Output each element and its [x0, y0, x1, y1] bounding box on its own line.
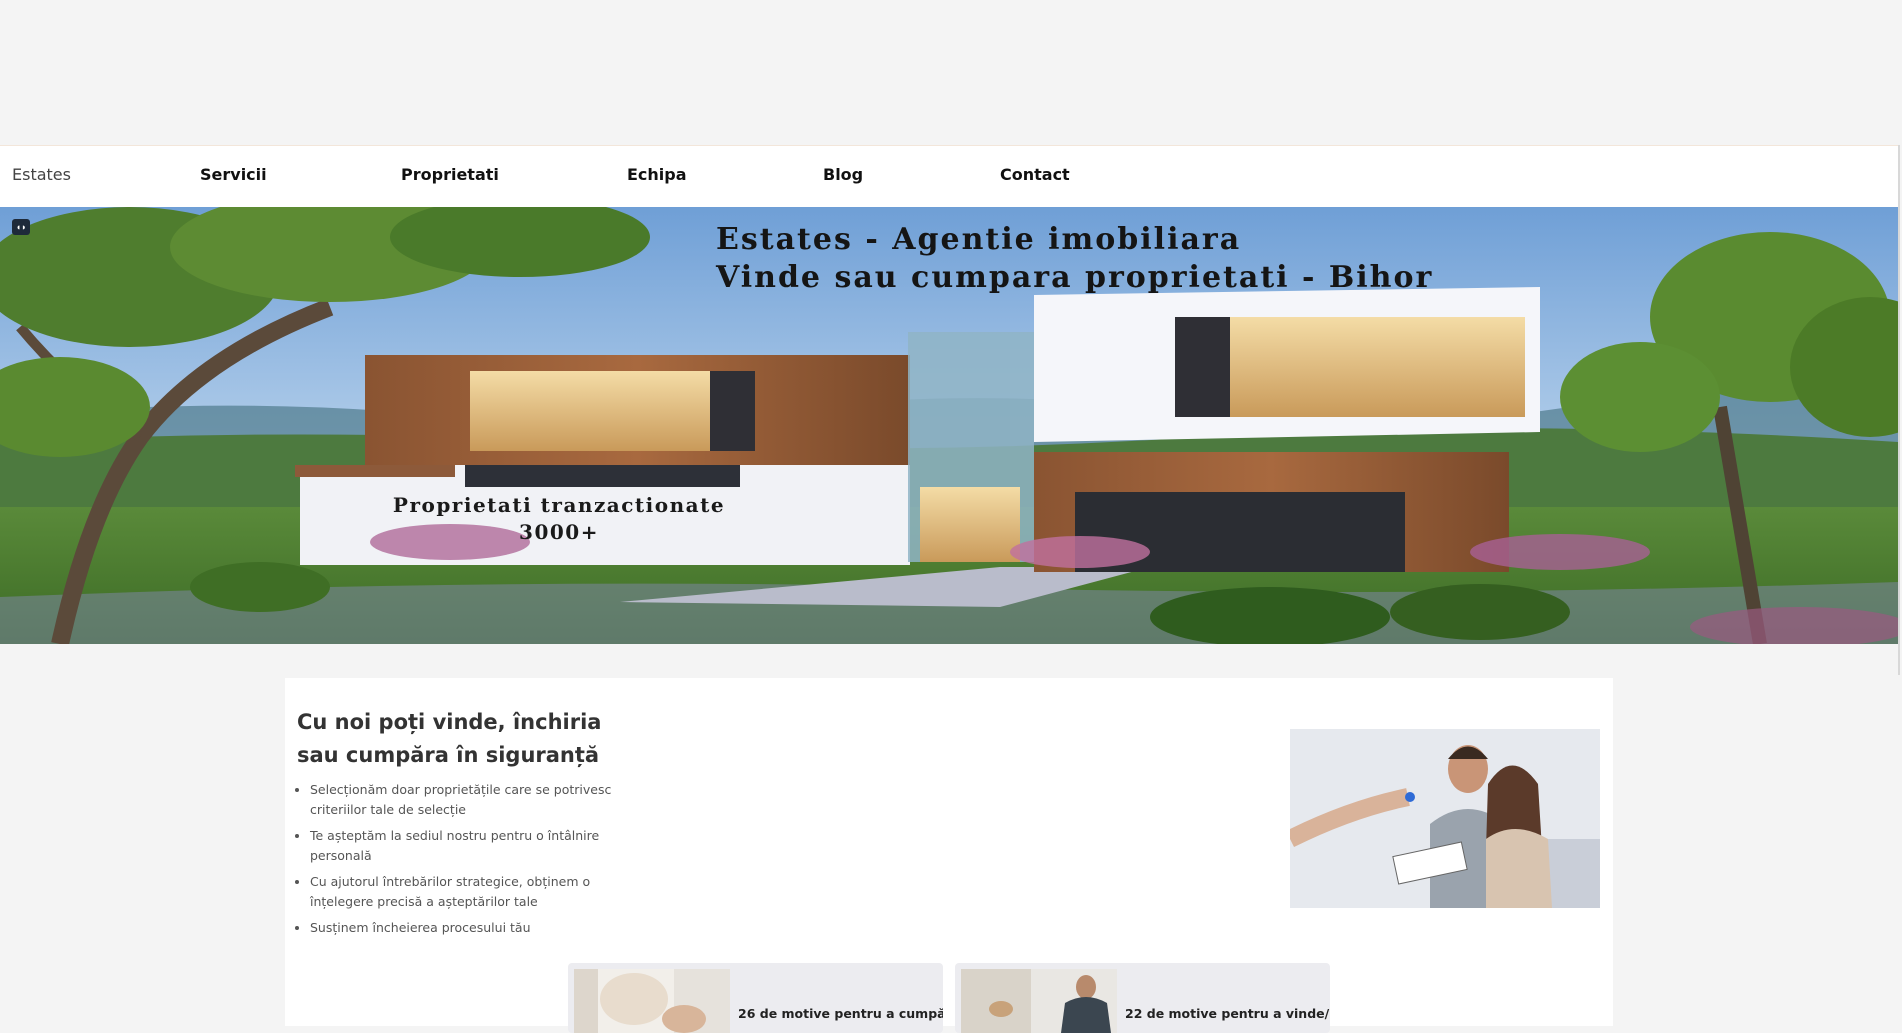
reasons-buy-label[interactable]: 26 de motive pentru a cumpăra/	[738, 1006, 943, 1021]
hero-banner: ◖◗ Estates - Agentie imobiliara Vinde sa…	[0, 207, 1898, 644]
reasons-sell-thumbnail	[961, 969, 1117, 1033]
hero-stat: Proprietati tranzactionate 3000+	[374, 492, 744, 546]
nav-link-servicii[interactable]: Servicii	[200, 165, 267, 184]
about-title: Cu noi poți vinde, închiria sau cumpăra …	[297, 710, 602, 767]
about-bullet-item: Te așteptăm la sediul nostru pentru o în…	[310, 826, 640, 866]
top-spacer	[0, 0, 1902, 145]
reasons-sell-label[interactable]: 22 de motive pentru a vinde/	[1125, 1006, 1329, 1021]
nav-link-proprietati[interactable]: Proprietati	[401, 165, 499, 184]
hero-stat-label: Proprietati tranzactionate	[392, 493, 726, 517]
about-section: Cu noi poți vinde, închiria sau cumpăra …	[285, 678, 1613, 1033]
about-bullet-item: Selecționăm doar proprietățile care se p…	[310, 780, 640, 820]
about-bullet-list: Selecționăm doar proprietățile care se p…	[297, 780, 640, 944]
slider-control-icon[interactable]: ◖◗	[12, 219, 30, 235]
couple-keys-photo	[1290, 729, 1600, 908]
nav-link-echipa[interactable]: Echipa	[627, 165, 687, 184]
about-bullet-item: Susținem încheierea procesului tău	[310, 918, 640, 938]
reasons-sell-card[interactable]: 22 de motive pentru a vinde/	[955, 963, 1330, 1033]
nav-link-contact[interactable]: Contact	[1000, 165, 1070, 184]
hero-stat-value: 3000+	[519, 520, 599, 544]
about-bullet-item: Cu ajutorul întrebărilor strategice, obț…	[310, 872, 640, 912]
reasons-buy-card[interactable]: 26 de motive pentru a cumpăra/	[568, 963, 943, 1033]
hero-title-line2: Vinde sau cumpara proprietati - Bihor	[716, 260, 1434, 295]
nav-link-blog[interactable]: Blog	[823, 165, 863, 184]
brand-logo-text[interactable]: Estates	[12, 165, 71, 184]
hero-title-line1: Estates - Agentie imobiliara	[716, 222, 1242, 257]
hero-title: Estates - Agentie imobiliara Vinde sau c…	[716, 221, 1433, 297]
page-scroll-edge	[1898, 145, 1900, 675]
reasons-buy-thumbnail	[574, 969, 730, 1033]
main-navbar: Estates Servicii Proprietati Echipa Blog…	[0, 145, 1898, 208]
